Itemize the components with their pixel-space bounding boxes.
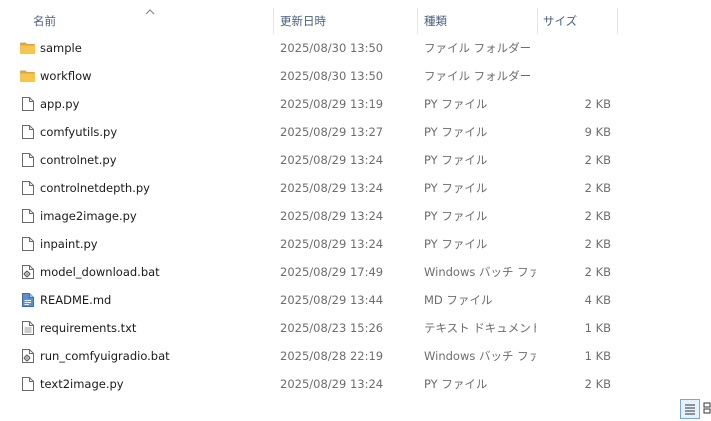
view-switcher <box>680 399 711 421</box>
tiles-view-icon <box>703 402 711 414</box>
file-modified-date: 2025/08/29 13:24 <box>280 181 384 195</box>
batch-file-icon <box>19 264 36 280</box>
file-size: 2 KB <box>584 265 611 279</box>
file-name: controlnetdepth.py <box>40 181 150 195</box>
file-name: sample <box>40 41 82 55</box>
details-view-button[interactable] <box>680 399 700 419</box>
file-name: README.md <box>40 293 112 307</box>
tiles-view-button[interactable] <box>703 399 711 419</box>
file-modified-date: 2025/08/28 22:19 <box>280 349 384 363</box>
file-name: model_download.bat <box>40 265 160 279</box>
file-type: Windows バッチ ファ... <box>424 265 536 279</box>
file-size: 1 KB <box>584 349 611 363</box>
text-file-icon <box>19 320 36 336</box>
file-type: MD ファイル <box>424 293 493 307</box>
file-name: workflow <box>40 69 92 83</box>
column-header-date[interactable]: 更新日時 <box>280 8 326 34</box>
file-row[interactable]: sample 2025/08/30 13:50 ファイル フォルダー <box>0 34 711 62</box>
file-type: PY ファイル <box>424 237 488 251</box>
file-size: 9 KB <box>584 125 611 139</box>
file-modified-date: 2025/08/23 15:26 <box>280 321 384 335</box>
file-modified-date: 2025/08/29 13:44 <box>280 293 384 307</box>
file-modified-date: 2025/08/29 17:49 <box>280 265 384 279</box>
file-name: controlnet.py <box>40 153 117 167</box>
column-header-bar: 名前 更新日時 種類 サイズ <box>0 8 711 34</box>
file-modified-date: 2025/08/29 13:24 <box>280 237 384 251</box>
file-type: PY ファイル <box>424 181 488 195</box>
file-size: 2 KB <box>584 97 611 111</box>
file-row[interactable]: workflow 2025/08/30 13:50 ファイル フォルダー <box>0 62 711 90</box>
file-size: 2 KB <box>584 153 611 167</box>
sort-ascending-icon <box>145 9 155 15</box>
file-modified-date: 2025/08/29 13:24 <box>280 153 384 167</box>
file-type: テキスト ドキュメント <box>424 321 536 335</box>
file-type: ファイル フォルダー <box>424 41 532 55</box>
file-size: 1 KB <box>584 321 611 335</box>
file-icon <box>19 208 36 224</box>
file-type: Windows バッチ ファ... <box>424 349 536 363</box>
file-type: PY ファイル <box>424 209 488 223</box>
file-icon <box>19 180 36 196</box>
details-view-icon <box>685 404 695 415</box>
file-modified-date: 2025/08/29 13:19 <box>280 97 384 111</box>
file-row[interactable]: requirements.txt 2025/08/23 15:26 テキスト ドキュ… <box>0 314 711 342</box>
file-icon <box>19 376 36 392</box>
file-modified-date: 2025/08/29 13:27 <box>280 125 384 139</box>
file-name: text2image.py <box>40 377 124 391</box>
column-divider[interactable] <box>417 8 418 34</box>
batch-file-icon <box>19 348 36 364</box>
file-name: image2image.py <box>40 209 137 223</box>
file-name: run_comfyuigradio.bat <box>40 349 170 363</box>
file-icon <box>19 152 36 168</box>
column-header-type[interactable]: 種類 <box>424 8 447 34</box>
file-modified-date: 2025/08/29 13:24 <box>280 209 384 223</box>
file-modified-date: 2025/08/29 13:24 <box>280 377 384 391</box>
file-size: 2 KB <box>584 377 611 391</box>
file-row[interactable]: inpaint.py 2025/08/29 13:24 PY ファイル 2 KB <box>0 230 711 258</box>
file-type: ファイル フォルダー <box>424 69 532 83</box>
markdown-file-icon <box>19 292 36 308</box>
file-row[interactable]: model_download.bat 2025/08/29 17:49 Window… <box>0 258 711 286</box>
file-list: sample 2025/08/30 13:50 ファイル フォルダー workflow… <box>0 34 711 398</box>
file-row[interactable]: text2image.py 2025/08/29 13:24 PY ファイル 2 KB <box>0 370 711 398</box>
file-name: comfyutils.py <box>40 125 118 139</box>
column-header-name[interactable]: 名前 <box>33 8 56 34</box>
file-size: 2 KB <box>584 209 611 223</box>
file-row[interactable]: app.py 2025/08/29 13:19 PY ファイル 2 KB <box>0 90 711 118</box>
file-row[interactable]: controlnet.py 2025/08/29 13:24 PY ファイル 2 KB <box>0 146 711 174</box>
folder-icon <box>19 40 36 56</box>
file-modified-date: 2025/08/30 13:50 <box>280 69 384 83</box>
file-size <box>540 62 611 90</box>
column-divider[interactable] <box>537 8 538 34</box>
file-modified-date: 2025/08/30 13:50 <box>280 41 384 55</box>
file-type: PY ファイル <box>424 377 488 391</box>
file-icon <box>19 124 36 140</box>
file-row[interactable]: image2image.py 2025/08/29 13:24 PY ファイル 2 K… <box>0 202 711 230</box>
file-icon <box>19 236 36 252</box>
file-row[interactable]: comfyutils.py 2025/08/29 13:27 PY ファイル 9 KB <box>0 118 711 146</box>
file-type: PY ファイル <box>424 153 488 167</box>
file-name: requirements.txt <box>40 321 137 335</box>
file-size: 2 KB <box>584 237 611 251</box>
file-size: 2 KB <box>584 181 611 195</box>
file-type: PY ファイル <box>424 97 488 111</box>
file-size <box>540 34 611 62</box>
file-type: PY ファイル <box>424 125 488 139</box>
column-divider[interactable] <box>617 8 618 34</box>
file-row[interactable]: controlnetdepth.py 2025/08/29 13:24 PY ファイ… <box>0 174 711 202</box>
column-header-size[interactable]: サイズ <box>543 8 577 34</box>
file-size: 4 KB <box>584 293 611 307</box>
folder-icon <box>19 68 36 84</box>
file-row[interactable]: run_comfyuigradio.bat 2025/08/28 22:19 Win… <box>0 342 711 370</box>
column-divider[interactable] <box>273 8 274 34</box>
file-row[interactable]: README.md 2025/08/29 13:44 MD ファイル 4 KB <box>0 286 711 314</box>
file-name: inpaint.py <box>40 237 98 251</box>
file-name: app.py <box>40 97 80 111</box>
file-icon <box>19 96 36 112</box>
